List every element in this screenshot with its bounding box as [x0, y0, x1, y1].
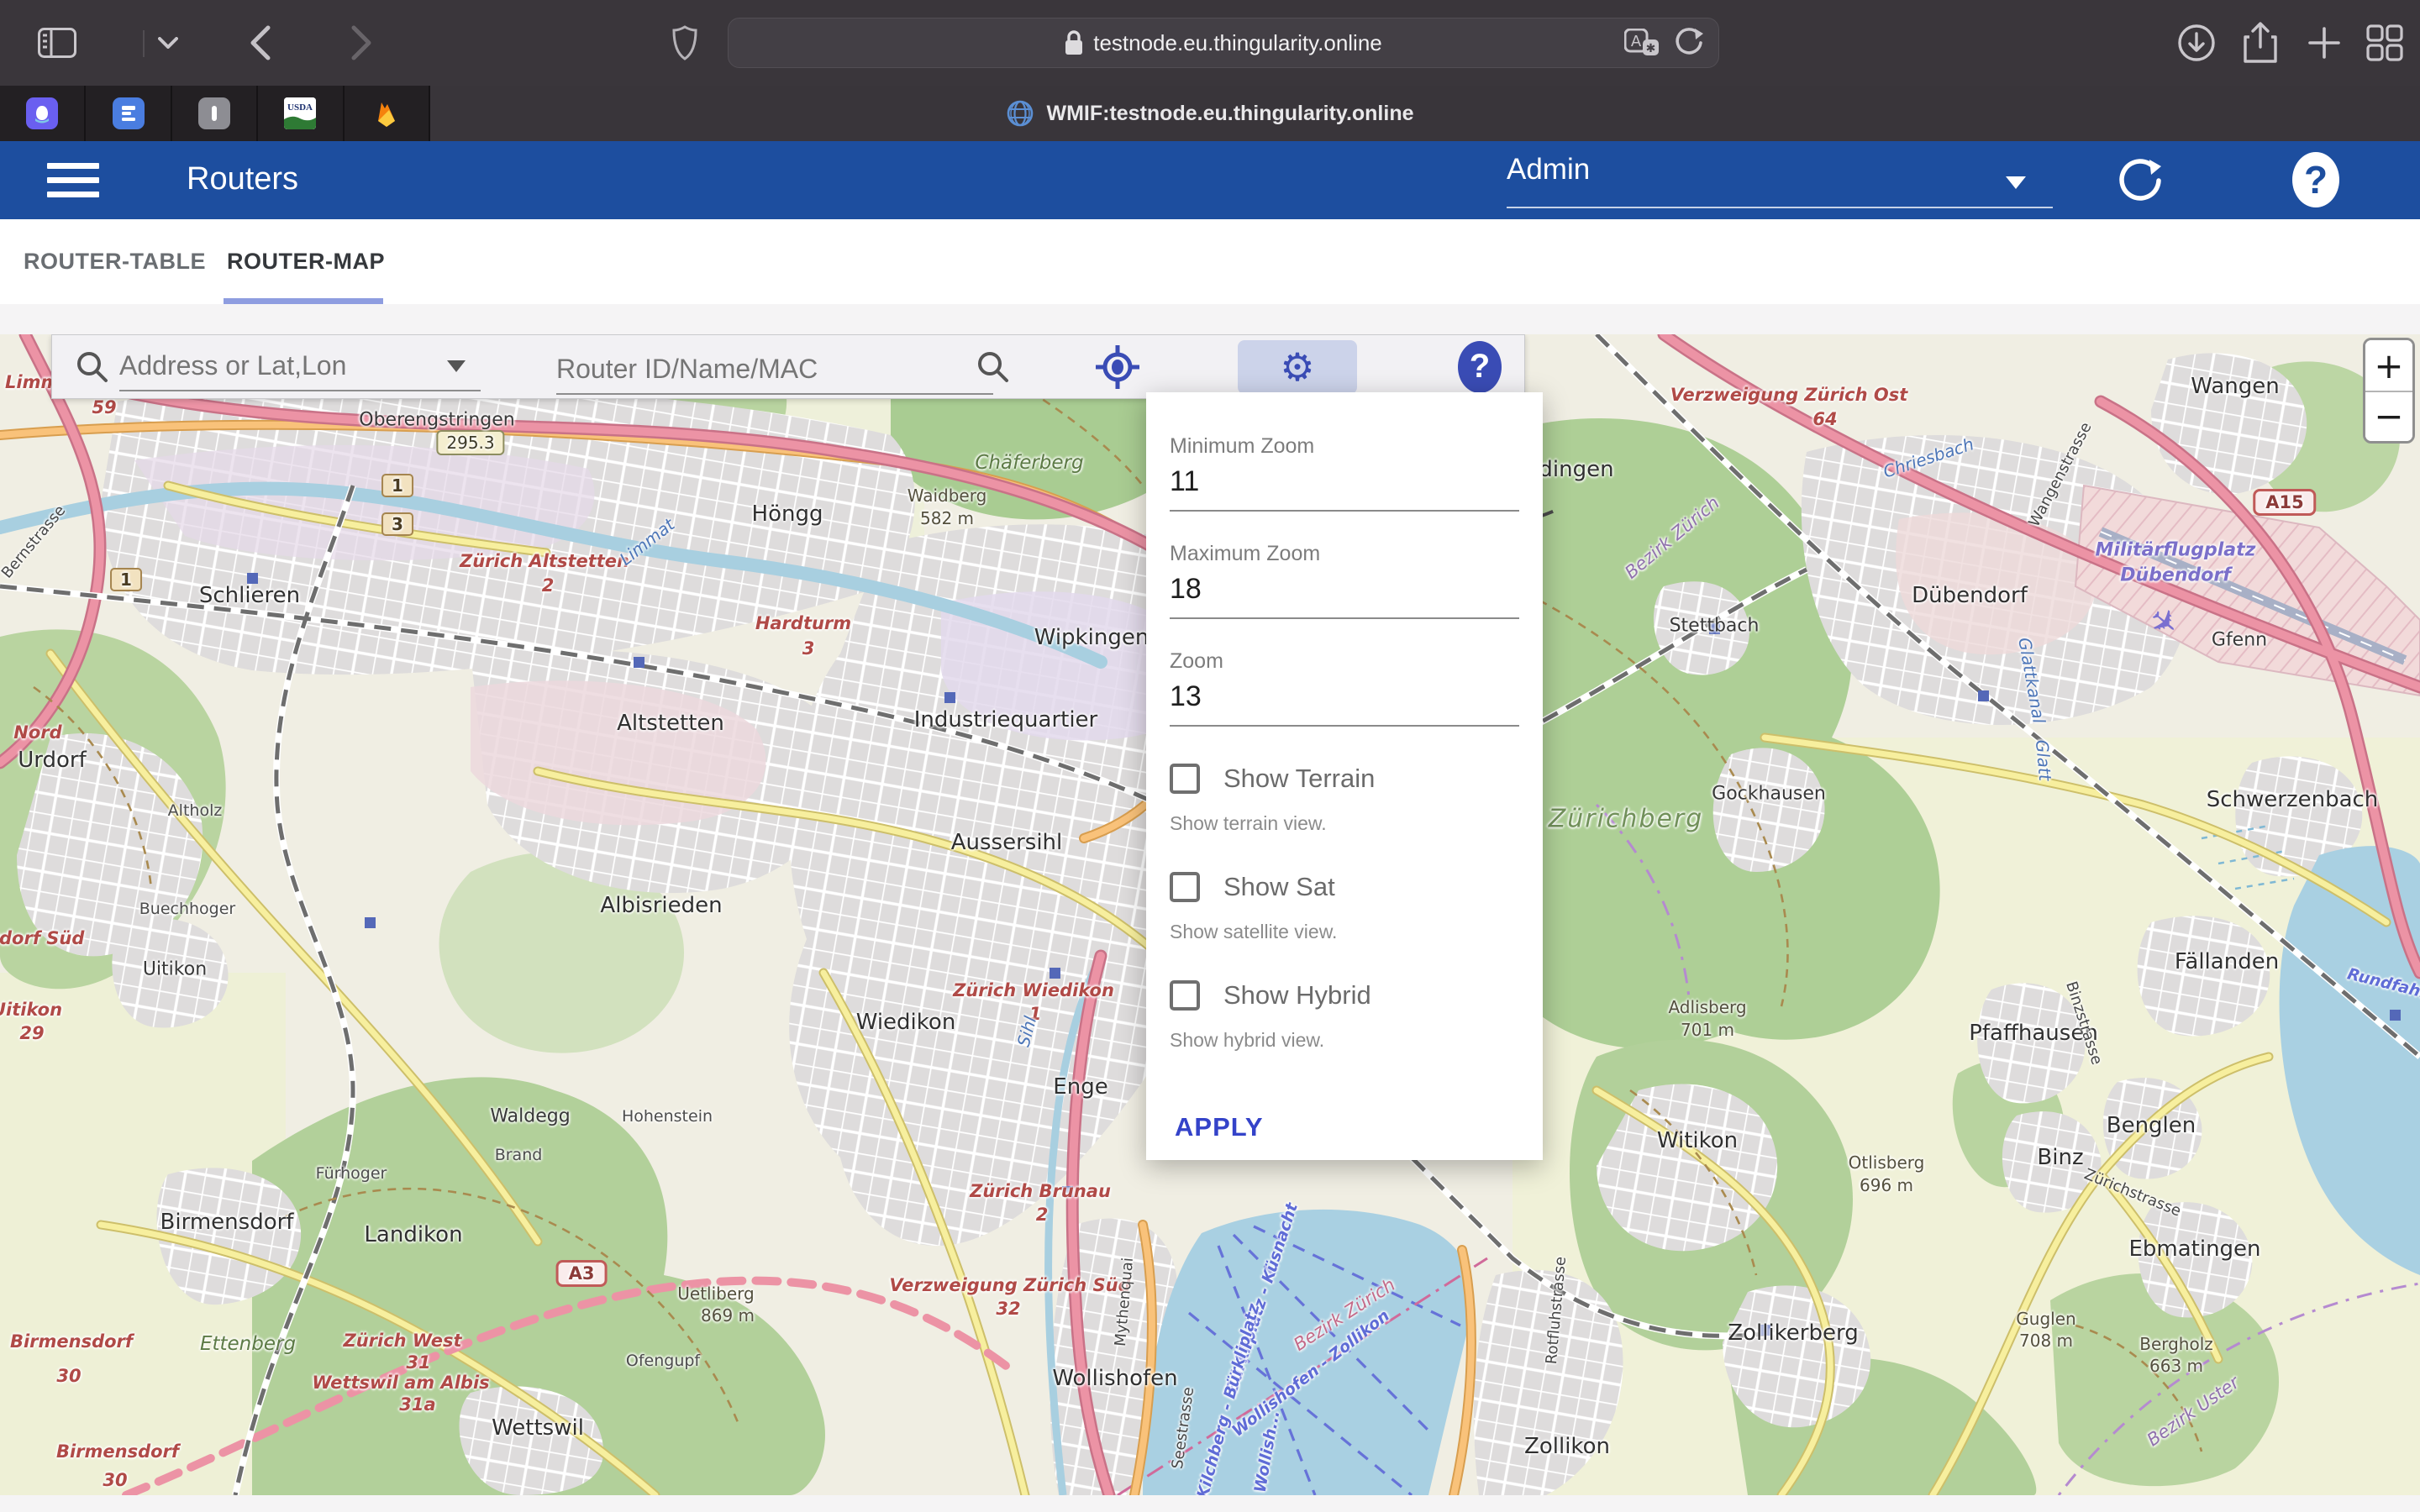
checkbox-description: Show terrain view. — [1170, 812, 1519, 835]
reload-icon[interactable] — [1673, 27, 1703, 59]
field-value[interactable]: 11 — [1170, 465, 1519, 512]
tab-router-table[interactable]: ROUTER-TABLE — [24, 219, 206, 304]
gear-icon: ⚙ — [1280, 348, 1314, 386]
view-tabs: ROUTER-TABLE ROUTER-MAP — [0, 219, 2420, 304]
sidebar-icon[interactable] — [34, 0, 81, 86]
checkbox-label: Show Sat — [1223, 872, 1335, 902]
checkbox-description: Show satellite view. — [1170, 921, 1519, 943]
address-select[interactable] — [119, 335, 489, 398]
map-settings-button[interactable]: ⚙ — [1238, 340, 1357, 394]
caret-down-icon — [2006, 176, 2026, 189]
router-search-input[interactable] — [556, 354, 943, 385]
url-bar[interactable]: testnode.eu.thingularity.online A✱ — [728, 18, 1719, 68]
show-hybrid-checkbox[interactable] — [1170, 980, 1200, 1011]
show-sat-row: Show Sat — [1170, 872, 1519, 902]
map-help-button[interactable]: ? — [1458, 341, 1502, 393]
map-toolbar: ⚙ ? — [51, 334, 1525, 399]
svg-text:USDA: USDA — [287, 102, 313, 113]
tab-bar: WMIF:testnode.eu.thingularity.online USD… — [0, 86, 2420, 141]
bookmark-docs[interactable] — [86, 86, 171, 141]
url-text: testnode.eu.thingularity.online — [1093, 30, 1382, 56]
page-title: Routers — [187, 161, 298, 197]
chevron-down-icon[interactable] — [151, 0, 185, 86]
checkbox-description: Show hybrid view. — [1170, 1029, 1519, 1052]
pinned-bookmarks: USDA — [0, 86, 430, 141]
show-terrain-row: Show Terrain — [1170, 764, 1519, 794]
bookmark-pill[interactable] — [172, 86, 258, 141]
search-icon[interactable] — [976, 350, 1010, 384]
page-bottom-strip — [0, 1495, 2420, 1512]
help-icon[interactable]: ? — [2292, 152, 2339, 207]
map-canvas[interactable]: ✈ — [0, 334, 2420, 1495]
search-icon — [76, 350, 109, 384]
menu-icon[interactable] — [47, 163, 99, 198]
divider — [143, 30, 145, 57]
bookmark-cloud[interactable] — [0, 86, 86, 141]
field-label: Minimum Zoom — [1170, 434, 1519, 459]
field-label: Maximum Zoom — [1170, 542, 1519, 566]
caret-down-icon — [447, 360, 466, 372]
new-tab-icon[interactable] — [2301, 0, 2348, 86]
svg-text:A: A — [1631, 33, 1642, 50]
dropdown-underline — [1507, 207, 2053, 208]
router-search-field[interactable] — [556, 335, 1002, 398]
lock-icon — [1065, 30, 1083, 55]
map-settings-panel: Minimum Zoom 11 Maximum Zoom 18 Zoom 13 … — [1146, 392, 1543, 1160]
tab-overview-icon[interactable] — [2361, 0, 2408, 86]
divider — [2365, 391, 2412, 392]
app-header: Routers Admin ? — [0, 141, 2420, 219]
globe-icon — [1006, 99, 1034, 128]
checkbox-label: Show Terrain — [1223, 764, 1375, 794]
show-hybrid-row: Show Hybrid — [1170, 980, 1519, 1011]
translate-icon[interactable]: A✱ — [1624, 29, 1660, 57]
shield-icon[interactable] — [664, 0, 706, 86]
tab-router-map[interactable]: ROUTER-MAP — [227, 219, 385, 304]
field-underline — [119, 390, 481, 391]
tab-title-text: WMIF:testnode.eu.thingularity.online — [1046, 102, 1413, 126]
user-dropdown[interactable]: Admin — [1507, 153, 2053, 208]
bookmark-usda[interactable]: USDA — [258, 86, 344, 141]
browser-chrome: testnode.eu.thingularity.online A✱ — [0, 0, 2420, 86]
show-terrain-checkbox[interactable] — [1170, 764, 1200, 794]
refresh-icon[interactable] — [2118, 156, 2165, 207]
user-dropdown-value: Admin — [1507, 153, 1590, 186]
checkbox-label: Show Hybrid — [1223, 980, 1371, 1011]
download-icon[interactable] — [2173, 0, 2220, 86]
field-value[interactable]: 18 — [1170, 573, 1519, 619]
apply-button[interactable]: APPLY — [1175, 1112, 1264, 1142]
zoom-in-button[interactable]: + — [2365, 340, 2412, 391]
min-zoom-field[interactable]: Minimum Zoom 11 — [1170, 434, 1519, 512]
active-tab-indicator — [224, 298, 383, 304]
show-sat-checkbox[interactable] — [1170, 872, 1200, 902]
share-icon[interactable] — [2237, 0, 2284, 86]
locate-icon[interactable] — [1094, 344, 1141, 391]
max-zoom-field[interactable]: Maximum Zoom 18 — [1170, 542, 1519, 619]
zoom-control: + − — [2363, 338, 2415, 444]
zoom-field[interactable]: Zoom 13 — [1170, 649, 1519, 727]
bookmark-firebase[interactable] — [345, 86, 430, 141]
field-underline — [556, 393, 993, 395]
field-value[interactable]: 13 — [1170, 680, 1519, 727]
svg-text:✱: ✱ — [1646, 42, 1656, 55]
address-input[interactable] — [119, 350, 439, 381]
back-icon[interactable] — [235, 0, 286, 86]
zoom-out-button[interactable]: − — [2365, 391, 2412, 441]
field-label: Zoom — [1170, 649, 1519, 674]
forward-icon[interactable] — [336, 0, 387, 86]
